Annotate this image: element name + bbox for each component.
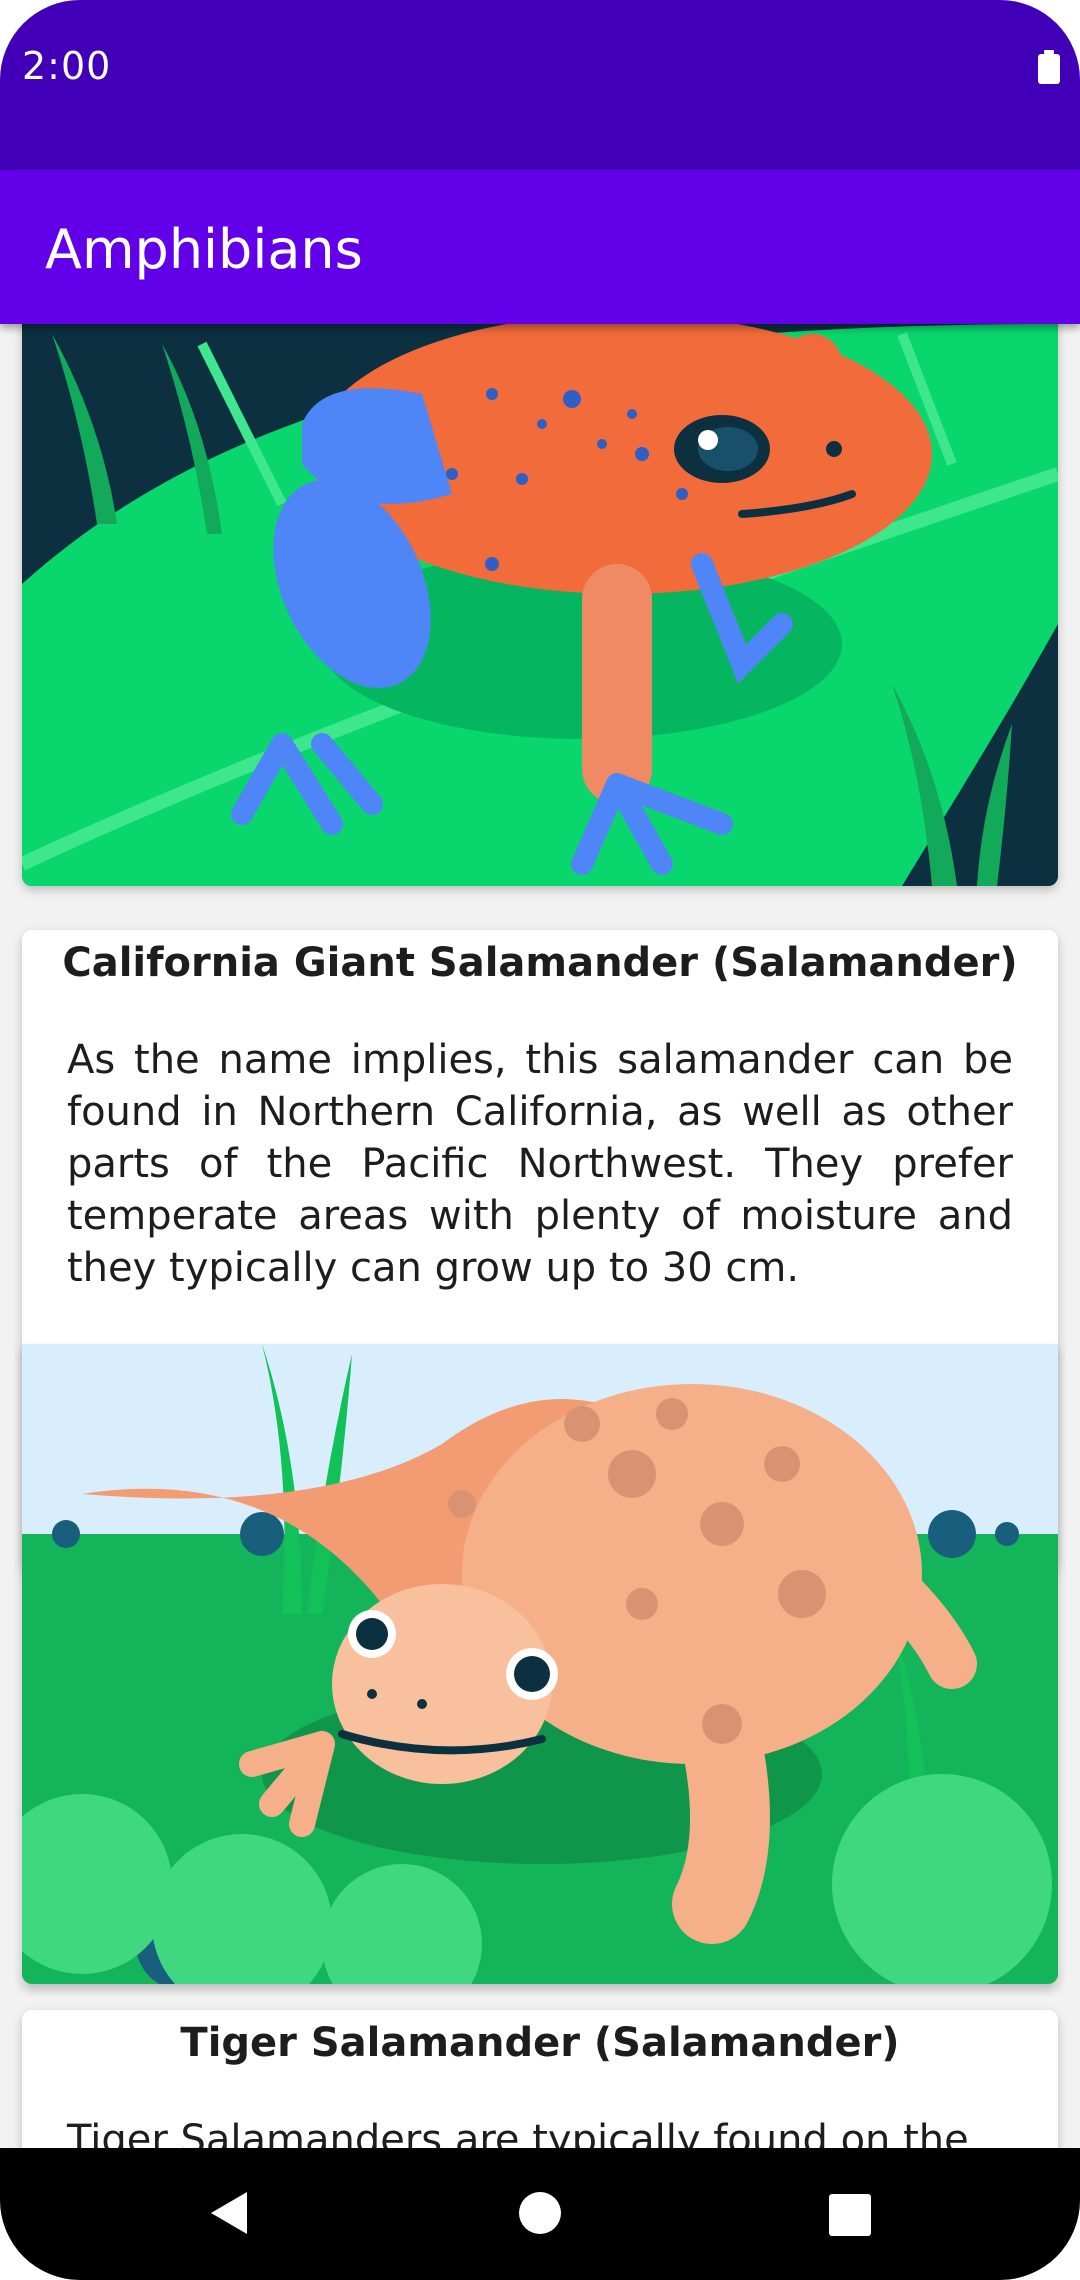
battery-icon — [1038, 50, 1060, 84]
card-description: As the name implies, this salamander can… — [67, 1037, 1013, 1291]
back-icon[interactable] — [205, 2188, 251, 2238]
amphibian-card[interactable] — [22, 324, 1058, 886]
app-title: Amphibians — [45, 218, 363, 281]
amphibian-card-image — [22, 1344, 1058, 1984]
giant-salamander-illustration — [22, 1344, 1058, 1984]
recents-icon[interactable] — [829, 2194, 871, 2236]
amphibian-list[interactable]: California Giant Salamander (Salamander)… — [0, 324, 1080, 2148]
phone-screen: 2:00 Amphibians California Giant Salaman… — [0, 0, 1080, 2280]
amphibian-card[interactable]: Tiger Salamander (Salamander) Tiger Sala… — [22, 2010, 1058, 2148]
navigation-bar — [0, 2148, 1080, 2280]
card-title: Tiger Salamander (Salamander) — [180, 2020, 900, 2066]
home-icon[interactable] — [519, 2192, 561, 2234]
status-bar: 2:00 — [0, 0, 1080, 170]
card-description: Tiger Salamanders are typically found on… — [67, 2117, 969, 2148]
poison-dart-frog-illustration — [22, 324, 1058, 886]
status-time: 2:00 — [22, 44, 112, 88]
card-title: California Giant Salamander (Salamander) — [62, 940, 1018, 986]
app-bar: Amphibians — [0, 170, 1080, 324]
